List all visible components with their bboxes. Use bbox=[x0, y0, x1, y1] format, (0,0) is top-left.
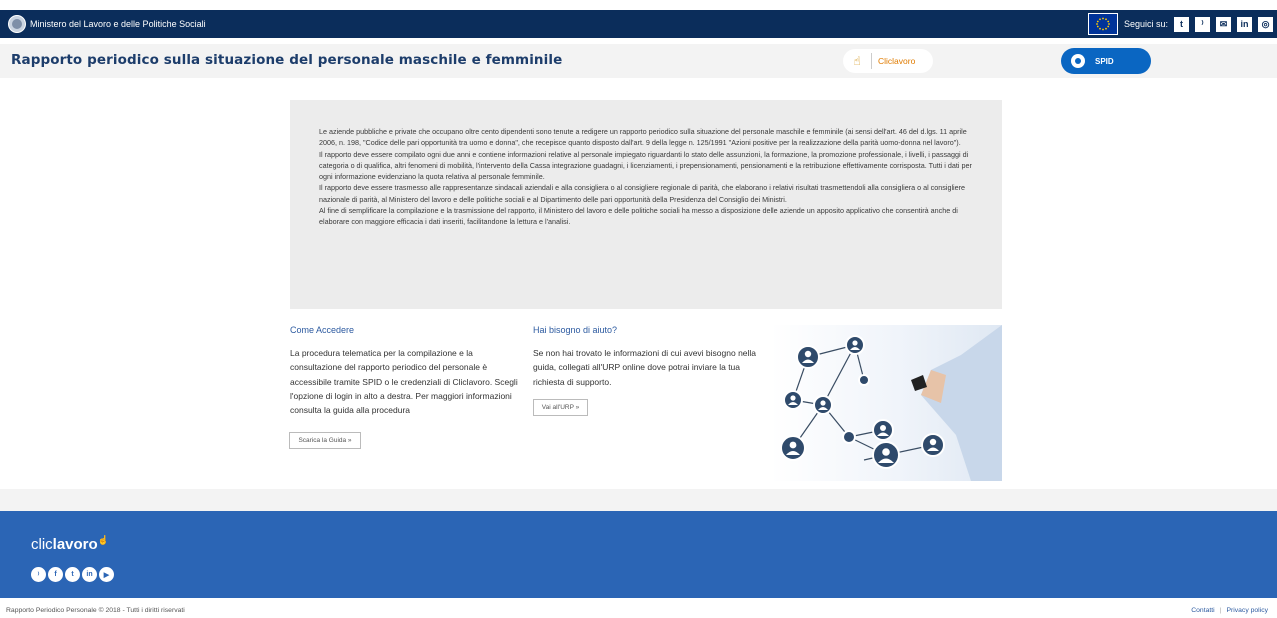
facebook-icon[interactable]: f bbox=[48, 567, 63, 582]
logo-text-bold: lavoro bbox=[52, 536, 98, 553]
intro-paragraph: Al fine di semplificare la compilazione … bbox=[319, 206, 958, 227]
page-title: Rapporto periodico sulla situazione del … bbox=[11, 52, 563, 68]
footer-links: Contatti | Privacy policy bbox=[1191, 607, 1268, 614]
privacy-policy-link[interactable]: Privacy policy bbox=[1226, 607, 1268, 614]
spid-login-button[interactable]: SPID bbox=[1061, 48, 1151, 74]
intro-box: Le aziende pubbliche e private che occup… bbox=[290, 100, 1002, 309]
intro-paragraph: Le aziende pubbliche e private che occup… bbox=[319, 127, 967, 148]
access-heading: Come Accedere bbox=[290, 325, 355, 335]
follow-us-label: Seguici su: bbox=[1123, 19, 1168, 29]
people-network-icon bbox=[780, 325, 1002, 481]
topbar-right: Seguici su: t ⁾ ✉ in ◎ bbox=[1087, 13, 1273, 35]
access-text: La procedura telematica per la compilazi… bbox=[290, 348, 518, 416]
site-footer: cliclavoro☝ ⁾ f t in ▶ bbox=[0, 511, 1277, 598]
eu-flag-icon bbox=[1087, 13, 1118, 35]
twitter-icon[interactable]: t bbox=[1174, 16, 1189, 32]
help-section: Hai bisogno di aiuto? Se non hai trovato… bbox=[533, 325, 763, 389]
pointer-hand-icon: ☝ bbox=[97, 535, 109, 545]
spid-label: SPID bbox=[1095, 56, 1114, 66]
cliclavoro-login-button[interactable]: ☝ Cliclavoro bbox=[843, 49, 933, 73]
mail-icon[interactable]: ✉ bbox=[1216, 16, 1231, 32]
bottom-bar: Rapporto Periodico Personale © 2018 - Tu… bbox=[0, 598, 1277, 618]
intro-paragraph: Il rapporto deve essere trasmesso alle r… bbox=[319, 183, 966, 204]
download-guide-button[interactable]: Scarica la Guida » bbox=[289, 432, 361, 449]
italian-republic-emblem-icon bbox=[8, 15, 26, 33]
rss-icon[interactable]: ⁾ bbox=[1195, 16, 1210, 32]
help-heading: Hai bisogno di aiuto? bbox=[533, 325, 618, 335]
cliclavoro-logo[interactable]: cliclavoro☝ bbox=[31, 535, 109, 553]
user-icon bbox=[1071, 54, 1085, 68]
rss-icon[interactable]: ⁾ bbox=[31, 567, 46, 582]
linkedin-icon[interactable]: in bbox=[82, 567, 97, 582]
linkedin-icon[interactable]: in bbox=[1237, 16, 1252, 32]
footer-social-icons: ⁾ f t in ▶ bbox=[31, 567, 114, 582]
instagram-icon[interactable]: ◎ bbox=[1258, 16, 1273, 32]
pointer-hand-icon: ☝ bbox=[853, 54, 861, 68]
cliclavoro-label: Cliclavoro bbox=[878, 56, 916, 66]
ministry-link[interactable]: Ministero del Lavoro e delle Politiche S… bbox=[30, 19, 206, 29]
youtube-icon[interactable]: ▶ bbox=[99, 567, 114, 582]
intro-text: Le aziende pubbliche e private che occup… bbox=[319, 126, 979, 228]
urp-button[interactable]: Vai all'URP » bbox=[533, 399, 588, 416]
divider bbox=[871, 53, 872, 69]
help-text: Se non hai trovato le informazioni di cu… bbox=[533, 348, 757, 387]
footer-spacer bbox=[0, 489, 1277, 511]
ministry-topbar: Ministero del Lavoro e delle Politiche S… bbox=[0, 10, 1277, 38]
contacts-link[interactable]: Contatti bbox=[1191, 607, 1214, 614]
access-section: Come Accedere La procedura telematica pe… bbox=[290, 325, 520, 417]
intro-paragraph: Il rapporto deve essere compilato ogni d… bbox=[319, 149, 972, 182]
twitter-icon[interactable]: t bbox=[65, 567, 80, 582]
copyright-text: Rapporto Periodico Personale © 2018 - Tu… bbox=[6, 607, 185, 614]
link-separator: | bbox=[1219, 607, 1222, 614]
logo-text-light: clic bbox=[31, 536, 53, 553]
network-illustration bbox=[771, 325, 1002, 481]
